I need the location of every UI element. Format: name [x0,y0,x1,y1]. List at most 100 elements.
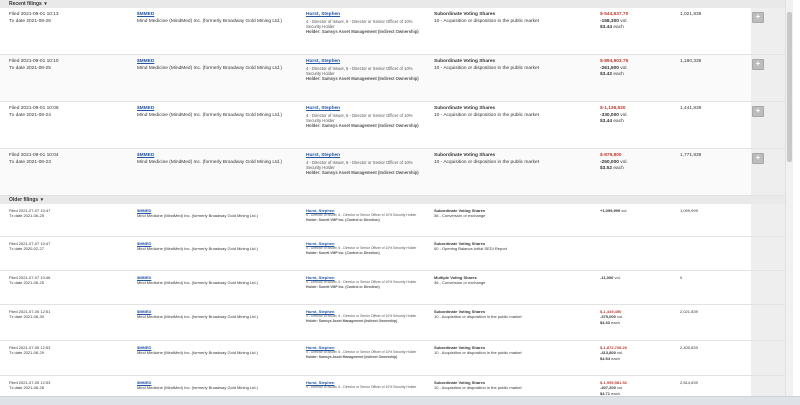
company-name: Mind Medicine (MindMed) Inc. (formerly B… [137,159,283,165]
older-filings-header[interactable]: Older filings ▾ [0,196,793,204]
holder-name: Holder: Sonett VMP Inc. (Control or Dire… [306,251,380,255]
holding-balance: 0 [680,275,683,280]
filing-row: Filed 2021-09-01 10:13 Tx date 2021-08-26… [0,8,793,55]
holder-name: Holder: Samsys Asset Management (Indirec… [306,29,419,35]
share-volume-unit: vol. [620,112,628,118]
tx-date: Tx date 2021-08-25 [9,65,51,71]
tx-date: Tx date 2020-02-27 [9,246,44,252]
holding-balance: 2,814,639 [680,380,698,385]
scrollbar-thumb[interactable] [787,12,792,162]
holding-balance: 2,021,839 [680,309,698,314]
unit-price: $4.33 [600,319,611,325]
unit-price-unit: each [613,72,624,78]
holder-name: Holder: Samsys Asset Management (Indirec… [306,170,419,176]
filed-date: Filed 2021-09-01 10:06 [9,106,59,111]
company-name: Mind Medicine (MindMed) Inc. (formerly B… [137,280,258,286]
transaction-value: $-1,136,520 [600,106,626,111]
filing-row: Filed 2021-09-01 10:04 Tx date 2021-08-23… [0,149,793,196]
share-volume: -158,300 [600,18,619,24]
ticker-link[interactable]: $MMED [137,153,302,160]
company-name: Mind Medicine (MindMed) Inc. (formerly B… [137,246,258,252]
filing-row: Filed 2021-07-05 12:53 Tx date 2021-06-29… [0,341,793,376]
share-volume: -11,000 [600,275,614,280]
insider-role: 4 - Director of Issuer, 6 - Director or … [306,385,417,390]
insider-role: 4 - Director of Issuer, 6 - Director or … [306,159,413,170]
company-name: Mind Medicine (MindMed) Inc. (formerly B… [137,350,258,356]
holder-name: Holder: Sonett VMP Inc. (Control or Dire… [306,218,380,222]
chevron-down-icon[interactable]: ▾ [44,1,47,7]
share-volume: -330,000 [600,112,619,118]
transaction-nature: 10 - Acquisition or disposition in the p… [434,385,522,391]
insider-link[interactable]: Hurst, Stephen [306,153,428,160]
ticker-link[interactable]: $MMED [137,106,302,113]
share-volume-unit: vol. [620,159,628,165]
older-filings-title: Older filings [9,197,39,203]
filing-row: Filed 2021-07-07 10:46 Tx date 2021-06-25… [0,271,793,305]
insider-link[interactable]: Hurst, Stephen [306,12,428,19]
company-name: Mind Medicine (MindMed) Inc. (formerly B… [137,213,258,219]
holding-balance: 1,099,999 [680,208,698,213]
unit-price-unit: each [611,355,620,361]
ticker-link[interactable]: $MMED [137,12,302,19]
expand-plus-icon[interactable]: + [752,106,764,117]
unit-price: $3.42 [600,72,613,78]
insider-role: 4 - Director of Issuer, 6 - Director or … [306,112,413,123]
insider-role: 4 - Director of Issuer, 6 - Director or … [306,18,413,29]
share-volume-unit: vol. [614,275,621,280]
unit-price: $4.54 [600,355,611,361]
transaction-nature: 36 - Conversion or exchange [434,213,486,219]
transaction-value: $-879,800 [600,153,622,158]
filed-date: Filed 2021-09-01 10:10 [9,59,59,64]
vertical-scrollbar[interactable] [785,0,793,396]
security-type: Subordinate Voting Shares [434,59,496,64]
holder-name: Holder: Samsys Asset Management (Indirec… [306,123,419,129]
chevron-down-icon[interactable]: ▾ [41,197,44,203]
filing-row: Filed 2021-07-07 10:47 Tx date 2020-02-27… [0,237,793,271]
recent-filings-list: Filed 2021-09-01 10:13 Tx date 2021-08-26… [0,8,793,196]
transaction-nature: 10 - Acquisition or disposition in the p… [434,112,540,118]
holding-balance: 2,400,839 [680,345,698,350]
ticker-link[interactable]: $MMED [137,59,302,66]
transaction-nature: 10 - Acquisition or disposition in the p… [434,350,522,356]
unit-price: $3.44 [600,25,613,31]
expand-plus-icon[interactable]: + [752,153,764,164]
holding-balance: 1,441,839 [680,106,702,111]
filing-row: Filed 2021-07-05 12:53 Tx date 2021-06-28… [0,376,793,396]
share-volume: -407,200 [600,385,616,391]
company-name: Mind Medicine (MindMed) Inc. (formerly B… [137,65,283,71]
share-volume-unit: vol. [616,314,624,320]
expand-plus-icon[interactable]: + [752,12,764,23]
transaction-nature: 10 - Acquisition or disposition in the p… [434,314,522,320]
security-type: Subordinate Voting Shares [434,12,496,17]
unit-price-unit: each [613,25,624,31]
company-name: Mind Medicine (MindMed) Inc. (formerly B… [137,112,283,118]
share-volume: -413,800 [600,350,616,356]
unit-price-unit: each [613,166,624,172]
holding-balance: 1,771,839 [680,153,702,158]
company-name: Mind Medicine (MindMed) Inc. (formerly B… [137,385,258,391]
transaction-value: $-544,637.70 [600,12,629,17]
company-name: Mind Medicine (MindMed) Inc. (formerly B… [137,314,258,320]
share-volume-unit: vol. [620,18,628,24]
tx-date: Tx date 2021-06-28 [9,385,44,391]
insider-link[interactable]: Hurst, Stephen [306,59,428,66]
share-volume: -261,500 [600,65,619,71]
transaction-nature: 10 - Acquisition or disposition in the p… [434,65,540,71]
recent-filings-header[interactable]: Recent filings ▾ [0,0,793,8]
tx-date: Tx date 2021-06-29 [9,350,44,356]
transaction-value: $-894,903.75 [600,59,629,64]
expand-plus-icon[interactable]: + [752,59,764,70]
share-volume-unit: vol. [620,65,628,71]
insider-link[interactable]: Hurst, Stephen [306,106,428,113]
tx-date: Tx date 2021-06-25 [9,213,44,219]
unit-price-unit: each [611,319,620,325]
filed-date: Filed 2021-09-01 10:04 [9,153,59,158]
tx-date: Tx date 2021-06-30 [9,314,44,320]
share-volume-unit: vol. [616,350,624,356]
company-name: Mind Medicine (MindMed) Inc. (formerly B… [137,18,283,24]
share-volume-unit: vol. [616,385,624,391]
holder-name: Holder: Samsys Asset Management (Indirec… [306,76,419,82]
security-type: Subordinate Voting Shares [434,153,496,158]
filings-page: Recent filings ▾ Filed 2021-09-01 10:13 T… [0,0,793,396]
holding-balance: 1,180,339 [680,59,702,64]
